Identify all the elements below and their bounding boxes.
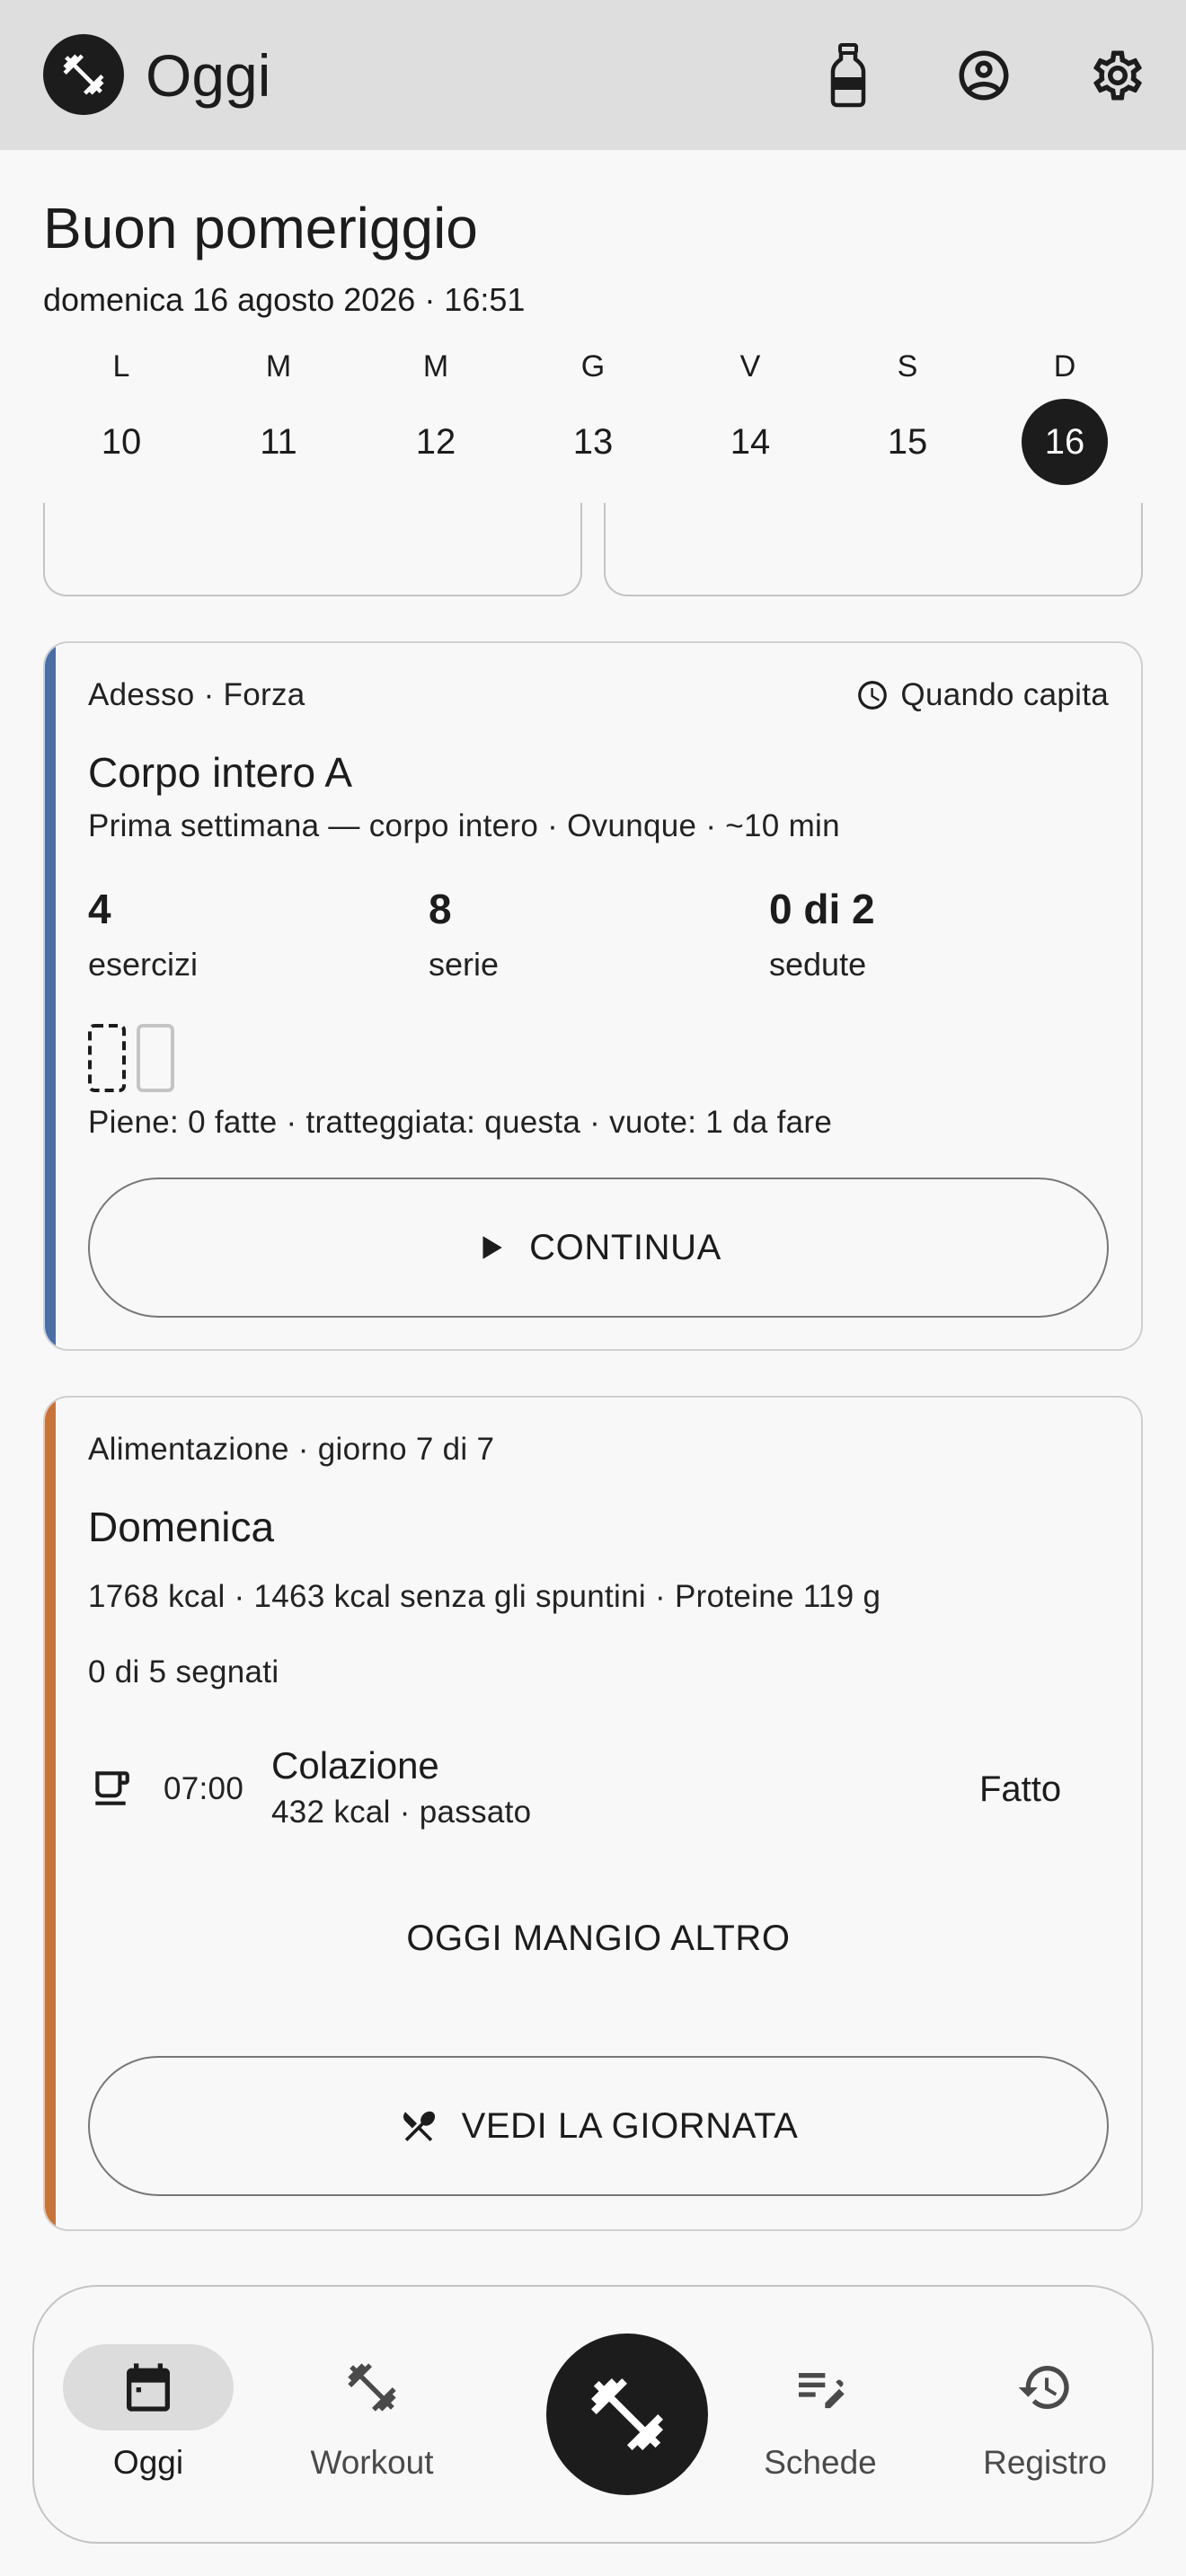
day-number: 16 [1022,399,1108,485]
nav-label: Oggi [112,2444,184,2481]
play-icon [475,1232,506,1263]
app-title: Oggi [146,42,271,109]
stat-sets-label: serie [429,946,500,983]
session-block-current [88,1024,126,1092]
account-circle-icon[interactable] [946,38,1022,113]
stat-sessions-label: sedute [769,946,867,983]
meal-name: Colazione [271,1744,439,1786]
meal-time: 07:00 [164,1771,244,1806]
nav-item-oggi[interactable]: Oggi [47,2344,244,2488]
nav-item-workout[interactable]: Workout [270,2344,468,2488]
nav-label: Schede [764,2444,877,2481]
view-day-button-label: VEDI LA GIORNATA [461,2105,799,2146]
scrolled-card-right[interactable] [604,503,1143,596]
session-progress-blocks [88,1024,268,1096]
history-icon [960,2344,1130,2430]
day-letter: V [739,349,761,384]
day-letter: L [112,349,130,384]
day-number: 10 [101,422,142,462]
day-15[interactable]: S 15 [829,341,986,494]
schedule-label: Quando capita [900,677,1109,712]
nav-label: Registro [983,2444,1107,2481]
stat-sets-value: 8 [429,886,452,932]
current-date: domenica 16 agosto 2026 · 16:51 [43,281,526,318]
day-11[interactable]: M 11 [200,341,357,494]
water-bottle-icon[interactable] [810,38,886,113]
workout-title: Corpo intero A [88,749,353,796]
clock-icon [855,678,890,712]
day-letter: M [265,349,292,384]
workout-meta: Adesso · Forza [88,677,305,712]
session-legend: Piene: 0 fatte · tratteggiata: questa · … [88,1105,833,1140]
coffee-cup-icon [88,1766,133,1811]
stat-sessions-value: 0 di 2 [769,886,875,932]
day-letter: S [897,349,918,384]
workout-card[interactable]: Adesso · Forza Quando capita Corpo inter… [43,641,1143,1351]
week-strip: L 10 M 11 M 12 G 13 V 14 S 15 D 16 [43,341,1143,494]
dumbbell-icon [287,2344,457,2430]
start-workout-fab[interactable] [546,2333,708,2495]
dumbbell-fab-icon [584,2371,670,2457]
continue-button[interactable]: CONTINUA [88,1178,1109,1318]
day-13[interactable]: G 13 [515,341,671,494]
day-number: 15 [887,422,928,462]
nutrition-day-title: Domenica [88,1504,275,1550]
schedule-chip: Quando capita [855,675,1109,715]
dumbbell-logo-icon [43,34,124,115]
nutrition-card[interactable]: Alimentazione · giorno 7 di 7 Domenica 1… [43,1396,1143,2231]
day-14[interactable]: V 14 [672,341,828,494]
card-accent-stripe [45,643,56,1349]
day-10[interactable]: L 10 [43,341,199,494]
nav-item-schede[interactable]: Schede [719,2344,916,2488]
scrolled-card-left[interactable] [43,503,582,596]
meal-done-button[interactable]: Fatto [979,1766,1061,1813]
app-bar: Oggi [0,0,1186,150]
session-block-todo [137,1024,174,1092]
eat-something-else-button[interactable]: OGGI MANGIO ALTRO [88,1898,1109,1979]
stat-exercises-value: 4 [88,886,111,932]
meal-detail: 432 kcal · passato [271,1795,532,1830]
stat-exercises-label: esercizi [88,946,199,983]
meals-logged-count: 0 di 5 segnati [88,1654,279,1689]
day-number: 11 [260,422,297,462]
continue-button-label: CONTINUA [529,1227,721,1267]
day-16-selected[interactable]: D 16 [987,341,1143,494]
meal-row-breakfast[interactable]: 07:00 Colazione 432 kcal · passato Fatto [45,1739,1141,1847]
settings-gear-icon[interactable] [1080,38,1155,113]
day-number: 14 [730,422,771,462]
day-number: 13 [572,422,614,462]
greeting-title: Buon pomeriggio [43,196,478,260]
nutrition-meta: Alimentazione · giorno 7 di 7 [88,1432,495,1467]
day-number: 12 [415,422,456,462]
workout-subtitle: Prima settimana — corpo intero · Ovunque… [88,808,840,843]
view-day-button[interactable]: VEDI LA GIORNATA [88,2056,1109,2196]
edit-list-icon [735,2344,906,2430]
nav-item-registro[interactable]: Registro [943,2344,1141,2488]
day-letter: D [1053,349,1076,384]
day-12[interactable]: M 12 [358,341,514,494]
restaurant-cutlery-icon [399,2106,438,2146]
day-letter: G [580,349,606,384]
bottom-navigation: Oggi Workout Schede Registro [32,2285,1154,2544]
calendar-today-icon [63,2344,234,2430]
nutrition-summary: 1768 kcal · 1463 kcal senza gli spuntini… [88,1579,881,1614]
day-letter: M [422,349,449,384]
nav-label: Workout [310,2444,434,2481]
